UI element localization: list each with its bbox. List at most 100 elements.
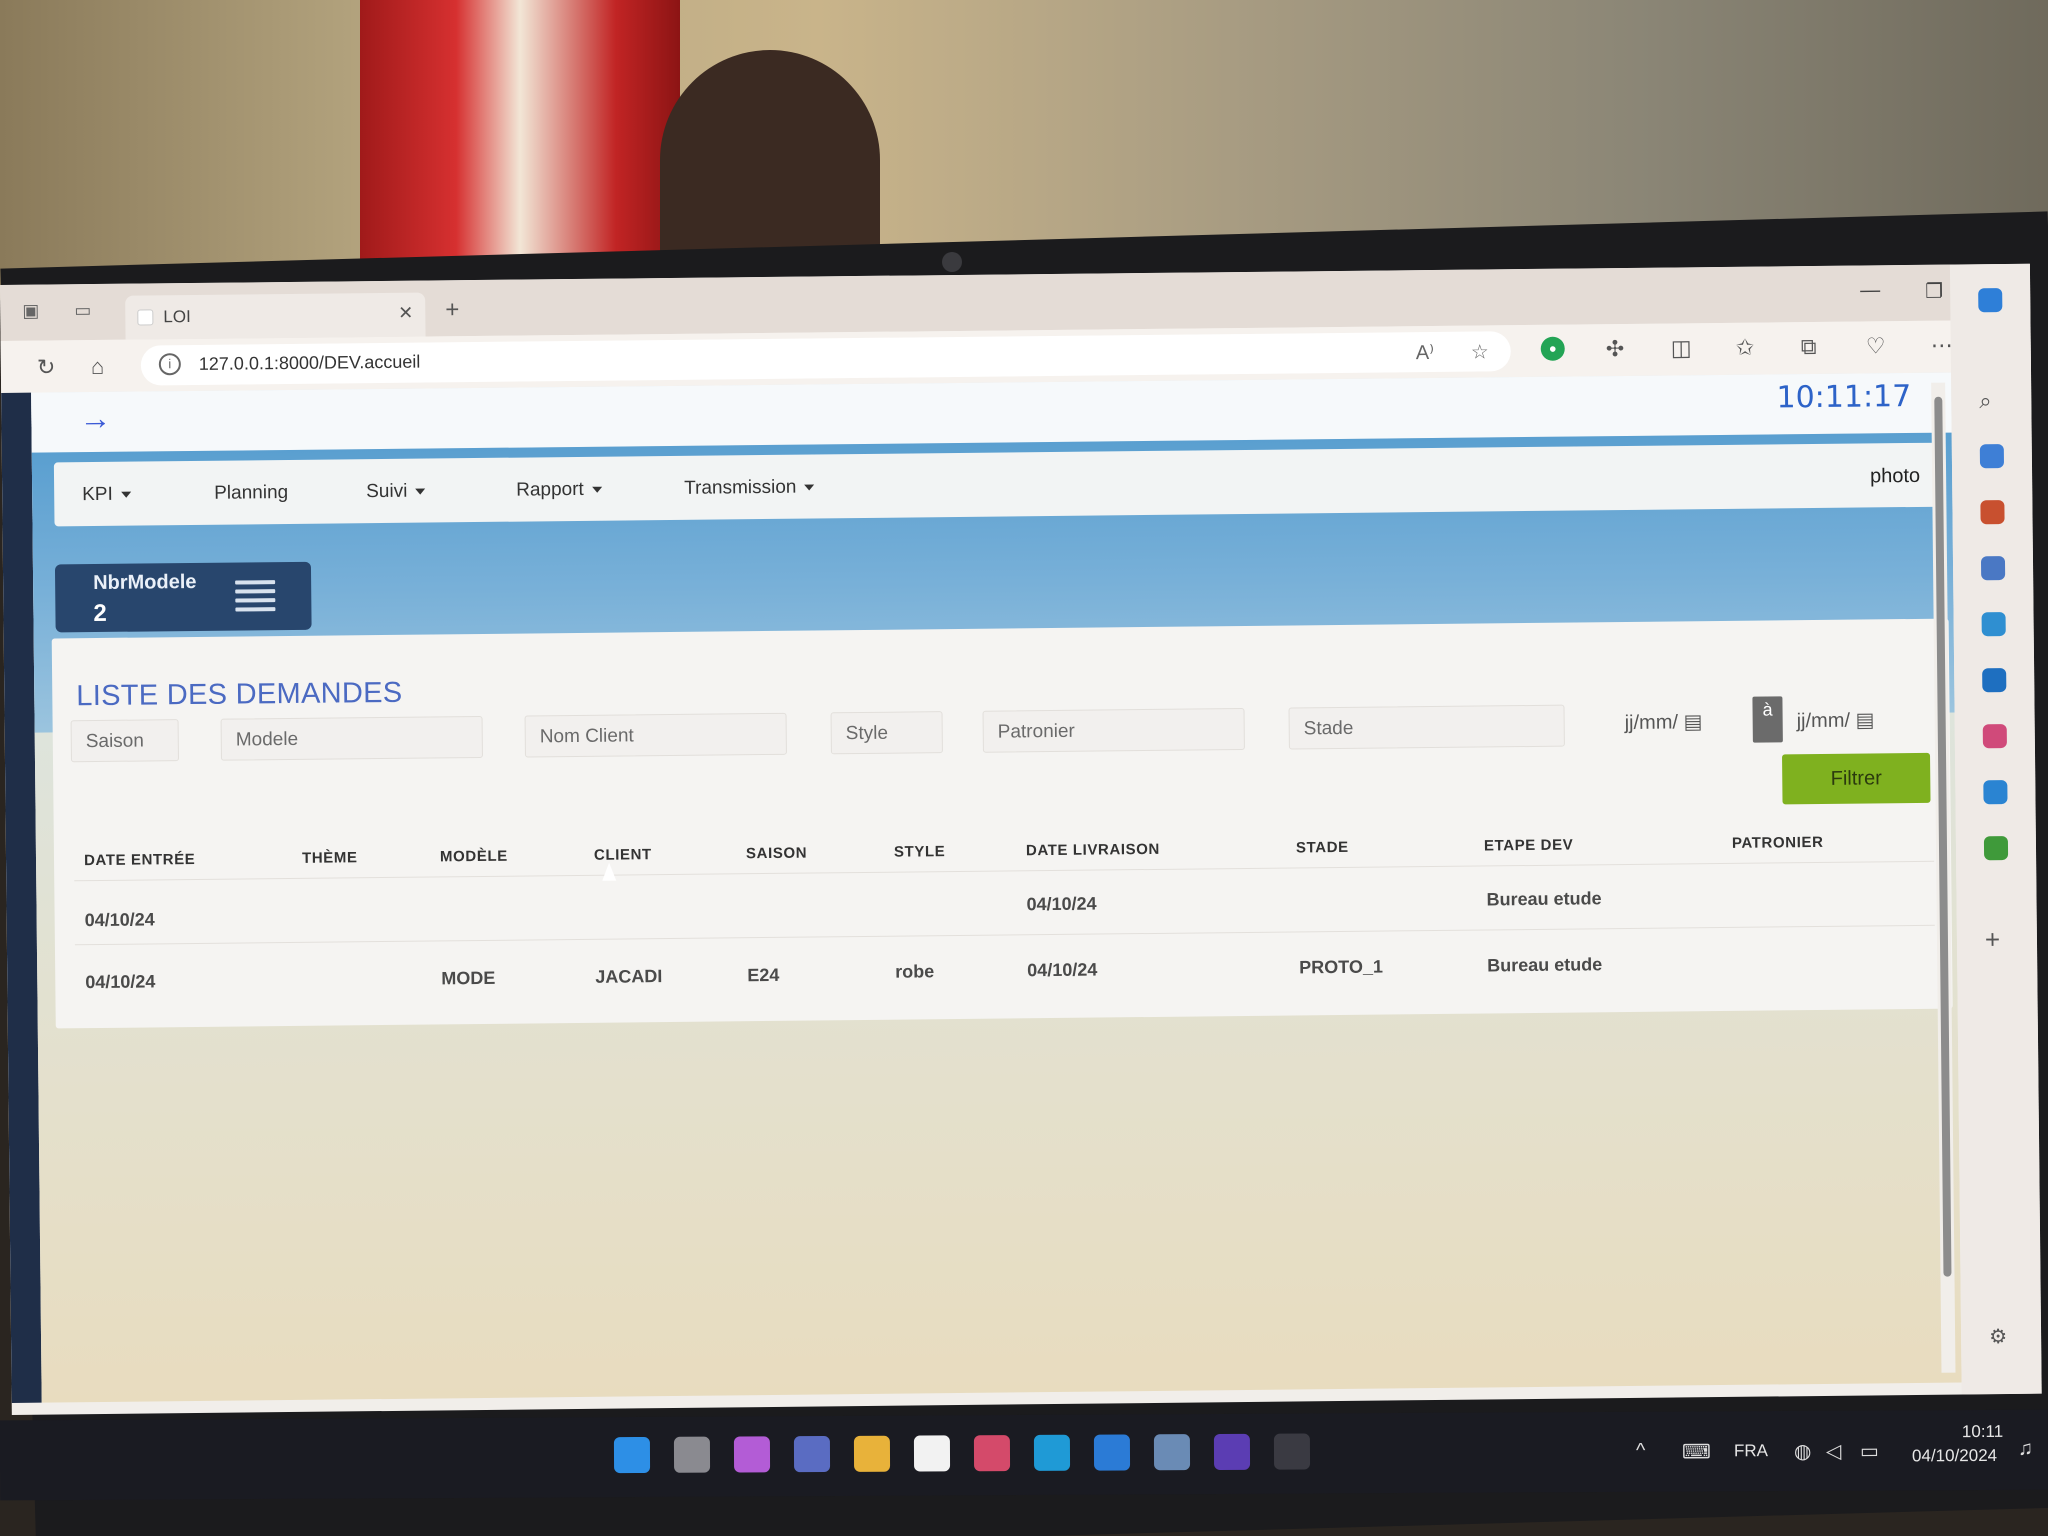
cell-client: JACADI [595, 966, 663, 987]
paint-icon[interactable] [973, 1435, 1011, 1472]
column-header[interactable]: THÈME [302, 849, 358, 867]
column-header[interactable]: DATE ENTRÉE [84, 851, 196, 869]
keyboard-icon[interactable]: ⌨ [1682, 1439, 1711, 1464]
split-screen-icon[interactable]: ◫ [1671, 335, 1692, 361]
column-header[interactable]: STADE [1296, 839, 1349, 857]
sidebar-toggle-arrow-icon[interactable]: → [79, 400, 111, 437]
task-view-icon[interactable] [673, 1436, 711, 1473]
read-aloud-icon[interactable]: A⁾ [1416, 340, 1435, 365]
cell-etape-dev: Bureau etude [1487, 954, 1603, 976]
kpi-label: NbrModele [93, 570, 197, 595]
favorites-icon[interactable]: ✩ [1736, 335, 1755, 361]
nav-planning[interactable]: Planning [214, 482, 288, 505]
tree-icon[interactable] [1983, 836, 2009, 861]
nav-suivi[interactable]: Suivi [366, 481, 426, 504]
postgres-icon[interactable] [1153, 1434, 1191, 1471]
copilot-icon[interactable] [1978, 288, 2003, 313]
calendar-icon[interactable]: ▤ [1855, 709, 1874, 731]
vscode-icon[interactable] [1093, 1434, 1131, 1471]
designer-icon[interactable] [1982, 724, 2007, 749]
collections-icon[interactable]: ⧉ [1801, 334, 1817, 360]
cell-date-entree: 04/10/24 [84, 909, 155, 931]
nav-rapport[interactable]: Rapport [516, 479, 602, 502]
network-icon[interactable]: ◍ [1794, 1439, 1812, 1464]
chevron-down-icon [591, 486, 602, 493]
taskbar-time[interactable]: 10:11 [1962, 1422, 2003, 1442]
column-header[interactable]: PATRONIER [1732, 834, 1824, 852]
settings-gear-icon[interactable]: ⚙ [1989, 1324, 2013, 1348]
column-header[interactable]: ETAPE DEV [1484, 837, 1573, 855]
tab-close-icon[interactable]: ✕ [398, 303, 413, 324]
restore-icon[interactable]: ❐ [1925, 279, 1943, 304]
cell-date-entree: 04/10/24 [85, 971, 156, 993]
cell-modele: MODE [441, 967, 496, 989]
extensions-puzzle-icon[interactable]: ✣ [1606, 336, 1625, 362]
copilot-taskbar-icon[interactable] [733, 1436, 771, 1473]
edge-icon[interactable] [1033, 1434, 1071, 1471]
people-icon[interactable] [1980, 556, 2006, 581]
send-icon[interactable] [1983, 780, 2008, 805]
date-range-separator: à [1752, 696, 1783, 743]
site-info-icon[interactable]: i [158, 353, 181, 376]
nav-kpi[interactable]: KPI [82, 484, 131, 507]
tools-briefcase-icon[interactable] [1980, 500, 2005, 525]
column-header[interactable]: CLIENT [594, 846, 652, 864]
chevron-down-icon [415, 488, 426, 495]
date-to-input[interactable]: jj/mm/ ▤ [1784, 697, 1904, 742]
url-text: 127.0.0.1:8000/DEV.accueil [198, 351, 421, 374]
nav-transmission[interactable]: Transmission [684, 476, 815, 499]
shopping-tag-icon[interactable] [1979, 444, 2005, 469]
filter-button[interactable]: Filtrer [1782, 752, 1931, 805]
taskbar-date[interactable]: 04/10/2024 [1912, 1446, 1997, 1466]
extension-green-icon[interactable]: ● [1540, 336, 1565, 361]
add-icon[interactable]: + [1985, 924, 2009, 954]
column-header[interactable]: STYLE [894, 843, 946, 861]
browser-tab[interactable]: LOI ✕ [125, 292, 426, 340]
file-explorer-icon[interactable] [853, 1435, 891, 1472]
notification-bell-icon[interactable]: ♫ [2018, 1438, 2033, 1461]
favorite-star-icon[interactable]: ☆ [1471, 339, 1489, 364]
chevron-up-icon[interactable]: ^ [1636, 1440, 1646, 1463]
home-icon[interactable]: ⌂ [91, 354, 105, 380]
style-filter-input[interactable]: Style [830, 711, 943, 755]
column-header[interactable]: SAISON [746, 845, 807, 863]
new-tab-icon[interactable]: + [445, 296, 459, 324]
stade-filter-input[interactable]: Stade [1288, 704, 1565, 750]
url-input[interactable]: i 127.0.0.1:8000/DEV.accueil A⁾ ☆ [140, 331, 1511, 386]
column-header[interactable]: DATE LIVRAISON [1026, 841, 1160, 859]
language-indicator[interactable]: FRA [1734, 1441, 1768, 1461]
cell-date-livraison: 04/10/24 [1026, 893, 1097, 915]
row-divider [74, 924, 1935, 946]
windows-start-icon[interactable] [613, 1436, 651, 1474]
battery-icon[interactable]: ▭ [1860, 1439, 1879, 1464]
kpi-card-nbrmodele: NbrModele 2 [54, 561, 312, 633]
notion-icon[interactable] [913, 1435, 951, 1472]
outlook-icon[interactable] [1982, 668, 2007, 693]
cell-saison: E24 [747, 964, 780, 986]
curtain [360, 0, 680, 270]
web-page: → 10:11:17 KPI Planning Suivi Rapport Tr… [31, 372, 1962, 1403]
more-options-icon[interactable]: ⋯ [1931, 333, 1953, 359]
profile-photo[interactable]: photo [1870, 465, 1920, 489]
workspaces-icon[interactable]: ▣ [22, 301, 39, 322]
volume-icon[interactable]: ◁ [1826, 1439, 1842, 1464]
cell-stade: PROTO_1 [1299, 956, 1384, 978]
minimize-icon[interactable]: — [1860, 279, 1880, 302]
refresh-icon[interactable]: ↻ [37, 354, 56, 380]
browser-essentials-icon[interactable]: ♡ [1866, 333, 1886, 359]
column-header[interactable]: MODÈLE [440, 848, 508, 866]
date-from-input[interactable]: jj/mm/ ▤ [1612, 699, 1732, 744]
saison-filter-input[interactable]: Saison [70, 719, 179, 763]
search-icon[interactable]: ⌕ [1979, 388, 2003, 413]
patronier-filter-input[interactable]: Patronier [982, 707, 1245, 753]
modele-filter-input[interactable]: Modele [220, 715, 483, 761]
calendar-icon[interactable]: ▤ [1683, 711, 1702, 733]
terminal-icon[interactable] [1273, 1433, 1311, 1470]
store-icon[interactable] [793, 1436, 831, 1473]
cell-etape-dev: Bureau etude [1486, 888, 1602, 910]
nom-client-filter-input[interactable]: Nom Client [524, 712, 787, 758]
dev-tool-icon[interactable] [1213, 1433, 1251, 1471]
tab-actions-icon[interactable]: ▭ [74, 300, 91, 321]
office-icon[interactable] [1981, 612, 2006, 637]
list-icon [235, 580, 276, 612]
